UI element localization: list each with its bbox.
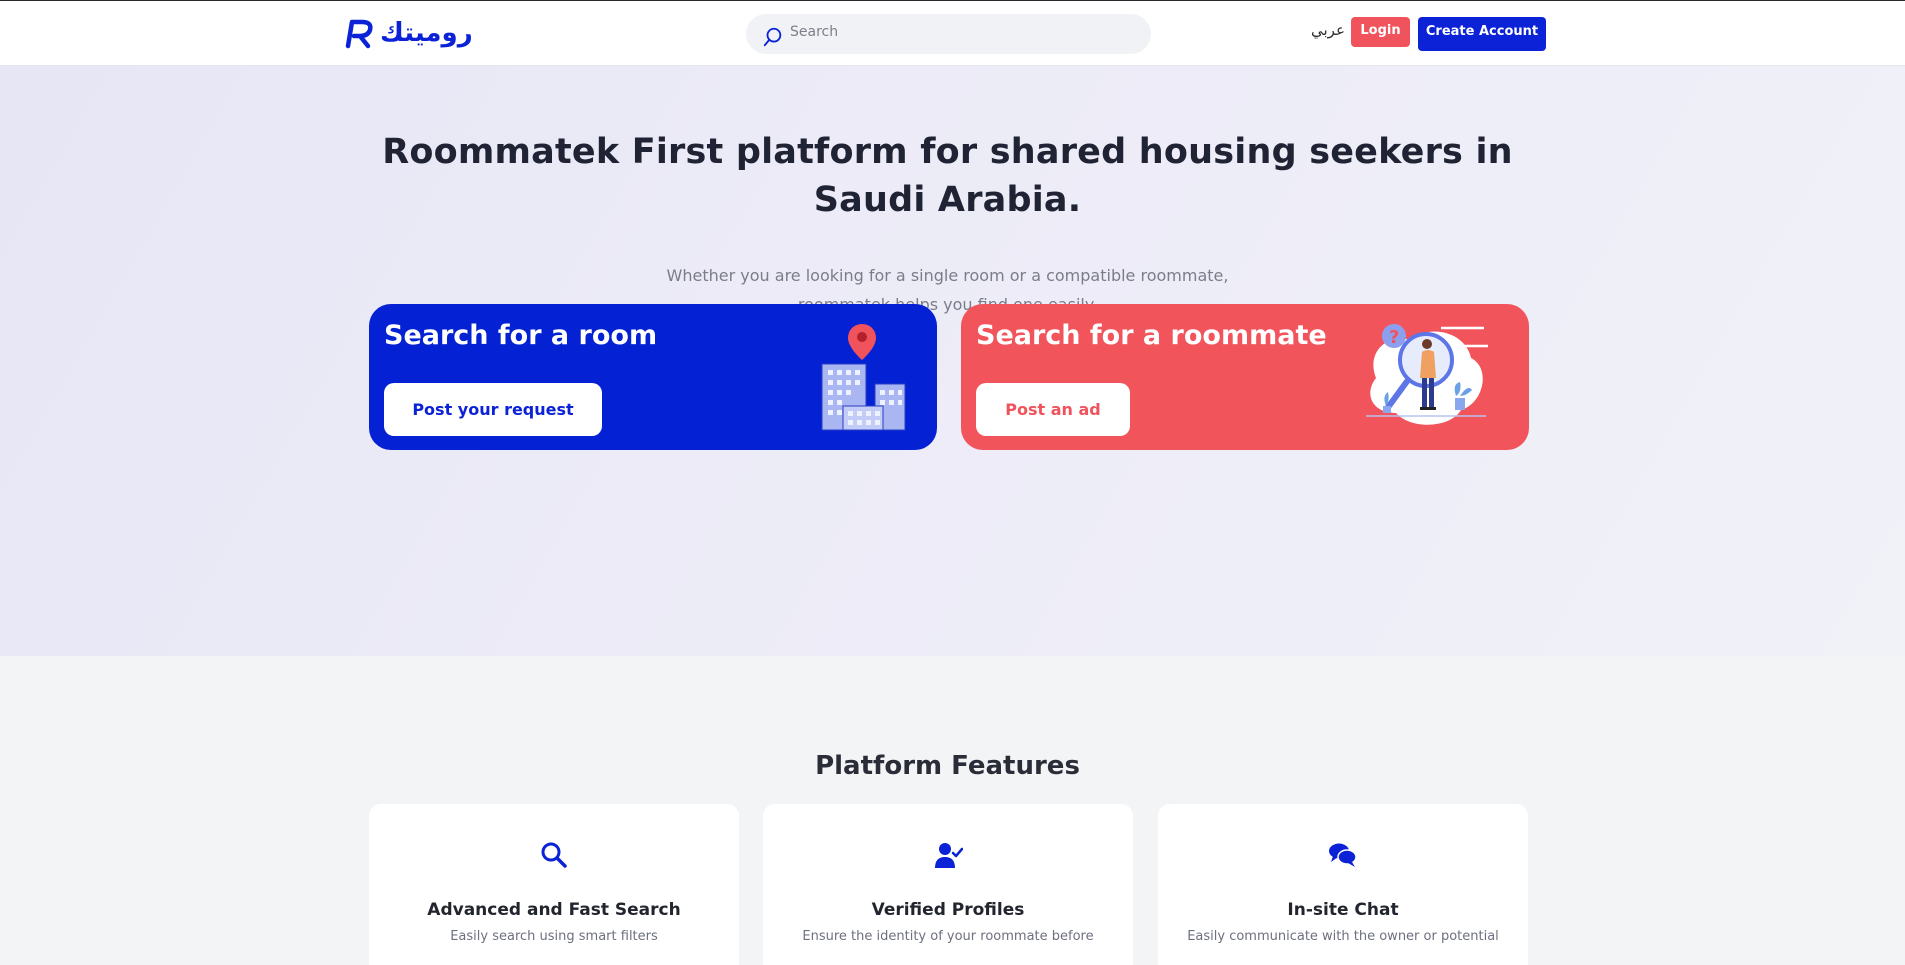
feature-description: Ensure the identity of your roommate bef… xyxy=(802,929,1094,944)
feature-title: Verified Profiles xyxy=(871,900,1025,920)
feature-description: Easily communicate with the owner or pot… xyxy=(1187,929,1499,944)
search-icon xyxy=(763,27,782,47)
hero-title: Roommatek First platform for shared hous… xyxy=(382,132,1513,220)
browser-viewport: روميتك عربي Login Create Account Roommat… xyxy=(0,0,1905,965)
search-room-title: Search for a room xyxy=(384,320,658,351)
site-header: روميتك عربي Login Create Account xyxy=(0,1,1905,66)
logo-r-icon xyxy=(345,19,373,49)
search-room-card[interactable]: Search for a room Post your request xyxy=(369,304,937,450)
features-section: Platform Features Advanced and Fast Sear… xyxy=(0,656,1905,965)
login-button[interactable]: Login xyxy=(1351,17,1410,47)
post-ad-button[interactable]: Post an ad xyxy=(976,383,1130,436)
feature-title: Advanced and Fast Search xyxy=(427,900,681,920)
search-roommate-title: Search for a roommate xyxy=(976,320,1327,351)
site-logo[interactable]: روميتك xyxy=(340,15,474,51)
feature-title: In-site Chat xyxy=(1287,900,1399,920)
feature-card-chat: In-site Chat Easily communicate with the… xyxy=(1158,804,1528,965)
hero-section: Roommatek First platform for shared hous… xyxy=(0,66,1905,656)
search-bar[interactable] xyxy=(746,14,1151,54)
woman-magnifier-illustration-icon: ? xyxy=(1366,324,1488,425)
search-icon xyxy=(541,842,567,868)
post-request-button[interactable]: Post your request xyxy=(384,383,602,436)
search-roommate-card[interactable]: Search for a roommate Post an ad ? xyxy=(961,304,1529,450)
language-switch-link[interactable]: عربي xyxy=(1311,21,1345,39)
buildings-location-illustration-icon xyxy=(821,324,906,431)
feature-description: Easily search using smart filters xyxy=(450,929,658,944)
logo-text: روميتك xyxy=(380,18,474,48)
features-title: Platform Features xyxy=(815,751,1080,781)
feature-card-verified: Verified Profiles Ensure the identity of… xyxy=(763,804,1133,965)
verified-user-icon xyxy=(935,843,963,868)
page: روميتك عربي Login Create Account Roommat… xyxy=(0,1,1905,965)
hero-subtitle-line-1: Whether you are looking for a single roo… xyxy=(666,266,1229,285)
create-account-button[interactable]: Create Account xyxy=(1418,17,1546,51)
chat-bubbles-icon xyxy=(1329,843,1357,867)
svg-text:?: ? xyxy=(1389,327,1399,348)
search-input[interactable] xyxy=(790,24,1110,40)
feature-card-search: Advanced and Fast Search Easily search u… xyxy=(369,804,739,965)
